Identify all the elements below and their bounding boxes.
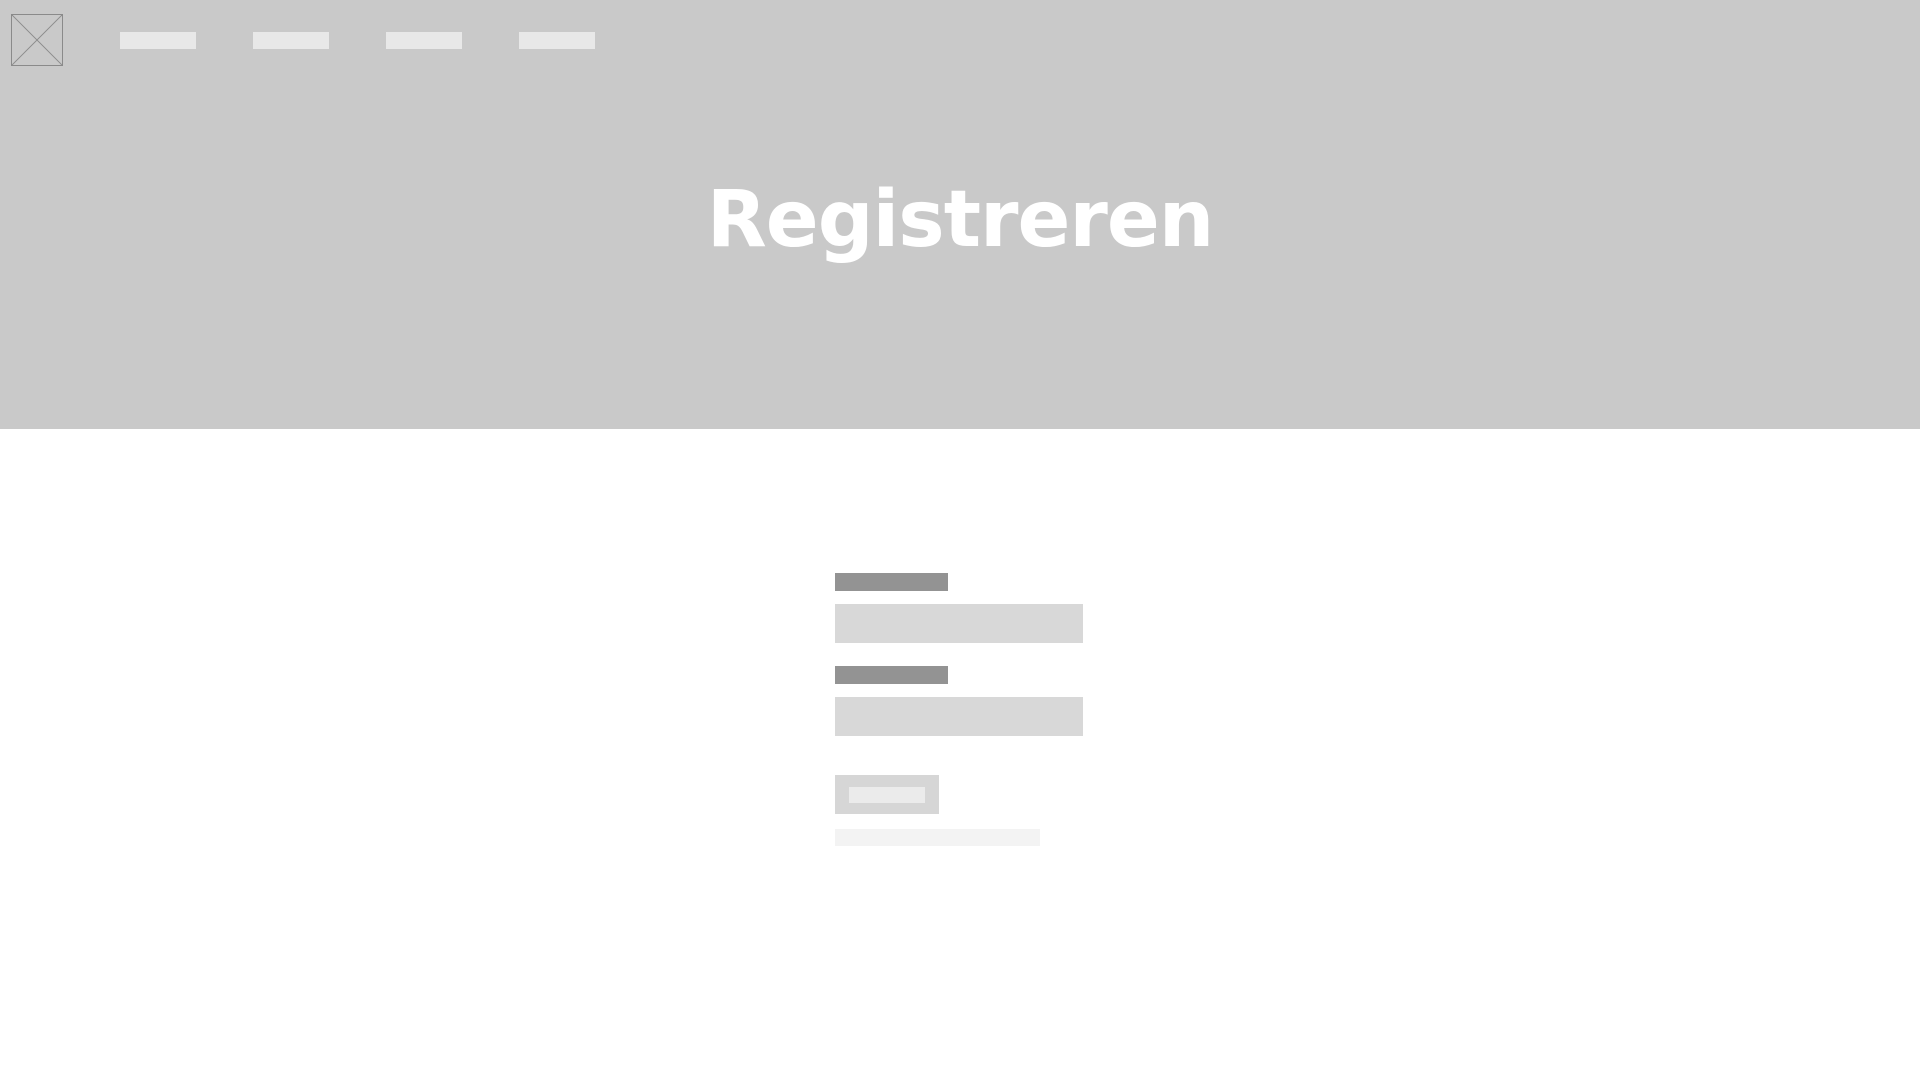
hero-header: Registreren xyxy=(0,0,1920,429)
nav-item-2[interactable] xyxy=(253,32,329,49)
page-title: Registreren xyxy=(706,175,1215,265)
submit-button-label xyxy=(849,787,925,803)
helper-link[interactable] xyxy=(835,829,1040,846)
image-placeholder-icon xyxy=(12,15,62,65)
nav-item-4[interactable] xyxy=(519,32,595,49)
registration-form xyxy=(835,573,1085,736)
submit-button[interactable] xyxy=(835,775,939,814)
nav-item-1[interactable] xyxy=(120,32,196,49)
logo[interactable] xyxy=(11,14,63,66)
text-field-1[interactable] xyxy=(835,604,1083,643)
field-label-1 xyxy=(835,573,948,591)
field-label-2 xyxy=(835,666,948,684)
nav-item-3[interactable] xyxy=(386,32,462,49)
text-field-2[interactable] xyxy=(835,697,1083,736)
